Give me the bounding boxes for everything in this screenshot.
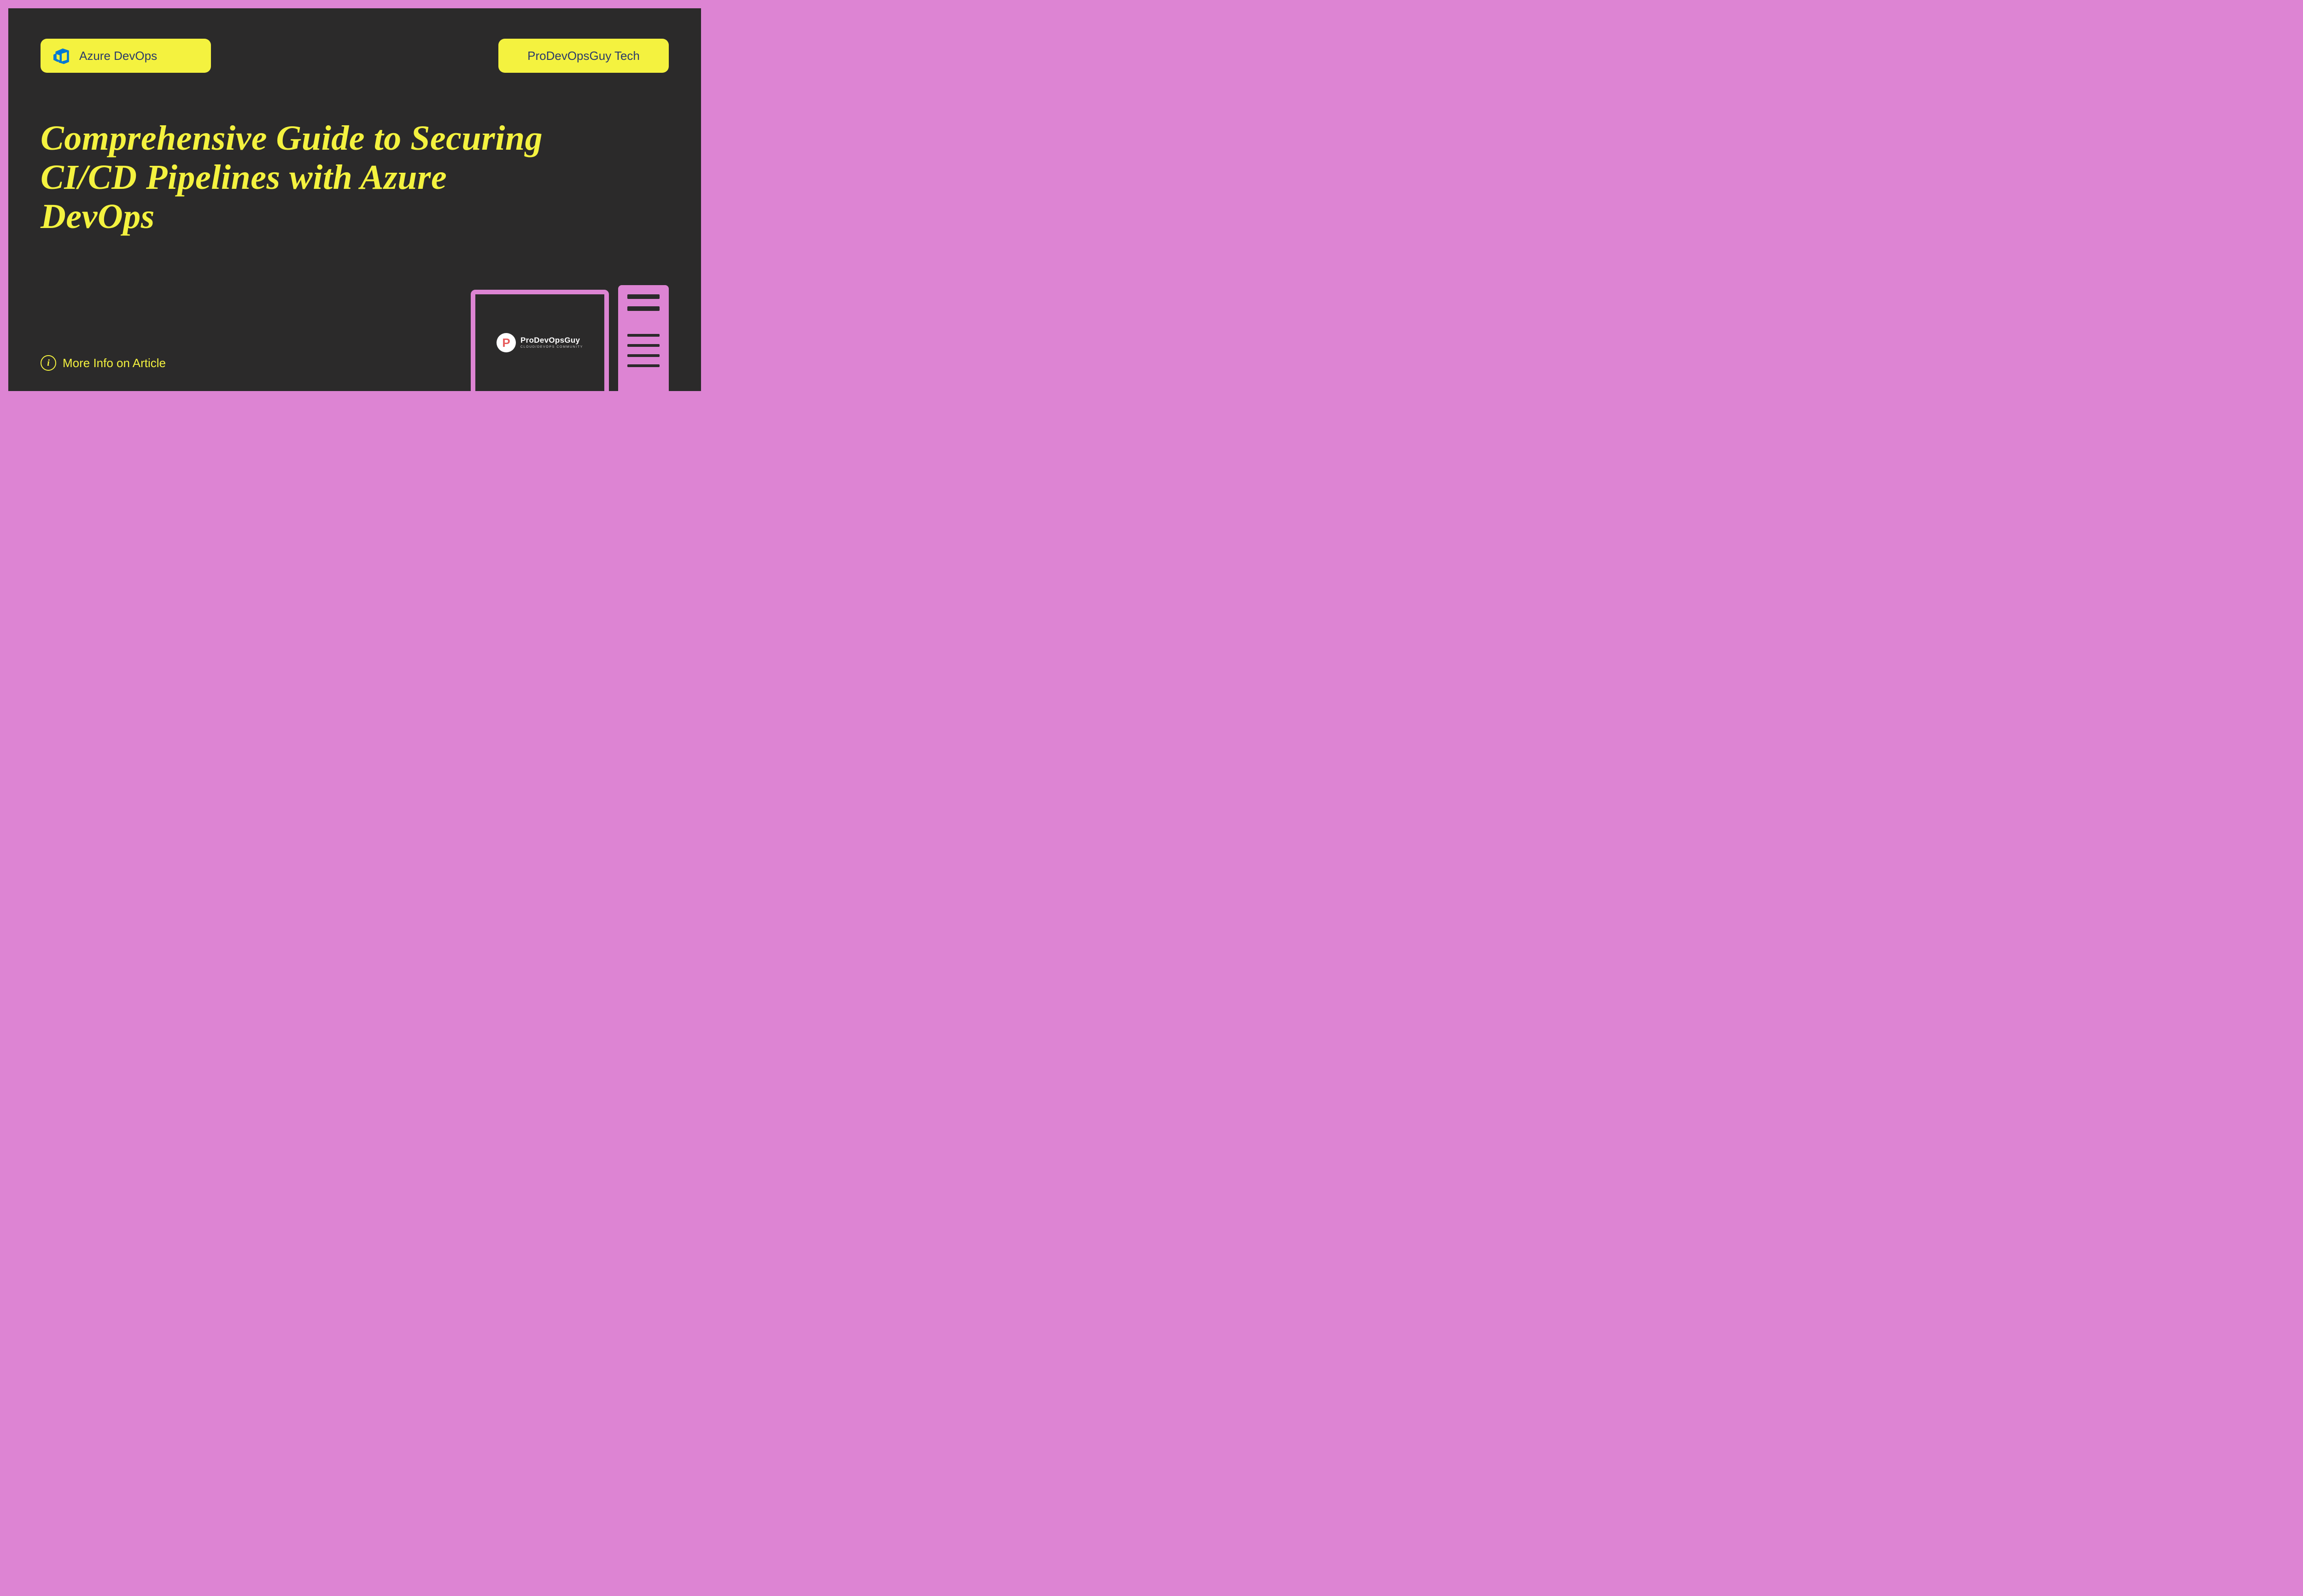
brand-logo: P ProDevOpsGuy CLOUD/DEVOPS COMMUNITY <box>497 333 583 352</box>
brand-logo-tagline: CLOUD/DEVOPS COMMUNITY <box>520 345 583 349</box>
brand-logo-name: ProDevOpsGuy <box>520 336 583 345</box>
tower-slot <box>627 364 660 367</box>
tower-slot <box>627 294 660 299</box>
brand-logo-mark: P <box>497 333 516 352</box>
monitor-base-icon <box>508 403 572 409</box>
badge-brand-label: ProDevOpsGuy Tech <box>527 49 640 63</box>
tower-slot <box>627 306 660 311</box>
slide-canvas: Azure DevOps ProDevOpsGuy Tech Comprehen… <box>8 8 701 391</box>
monitor-icon: P ProDevOpsGuy CLOUD/DEVOPS COMMUNITY <box>471 290 609 396</box>
tower-slot <box>627 344 660 347</box>
azure-devops-icon <box>53 47 70 64</box>
page-title: Comprehensive Guide to Securing CI/CD Pi… <box>41 119 547 236</box>
computer-tower-icon <box>618 285 669 395</box>
info-icon: i <box>41 355 56 371</box>
badge-azure-devops: Azure DevOps <box>41 39 211 73</box>
more-info-link[interactable]: i More Info on Article <box>41 355 166 371</box>
monitor-stand-icon <box>529 394 550 404</box>
tower-slot <box>627 354 660 357</box>
badge-azure-label: Azure DevOps <box>79 49 157 63</box>
badge-brand: ProDevOpsGuy Tech <box>498 39 669 73</box>
more-info-text: More Info on Article <box>63 356 166 370</box>
tower-slot <box>627 334 660 337</box>
